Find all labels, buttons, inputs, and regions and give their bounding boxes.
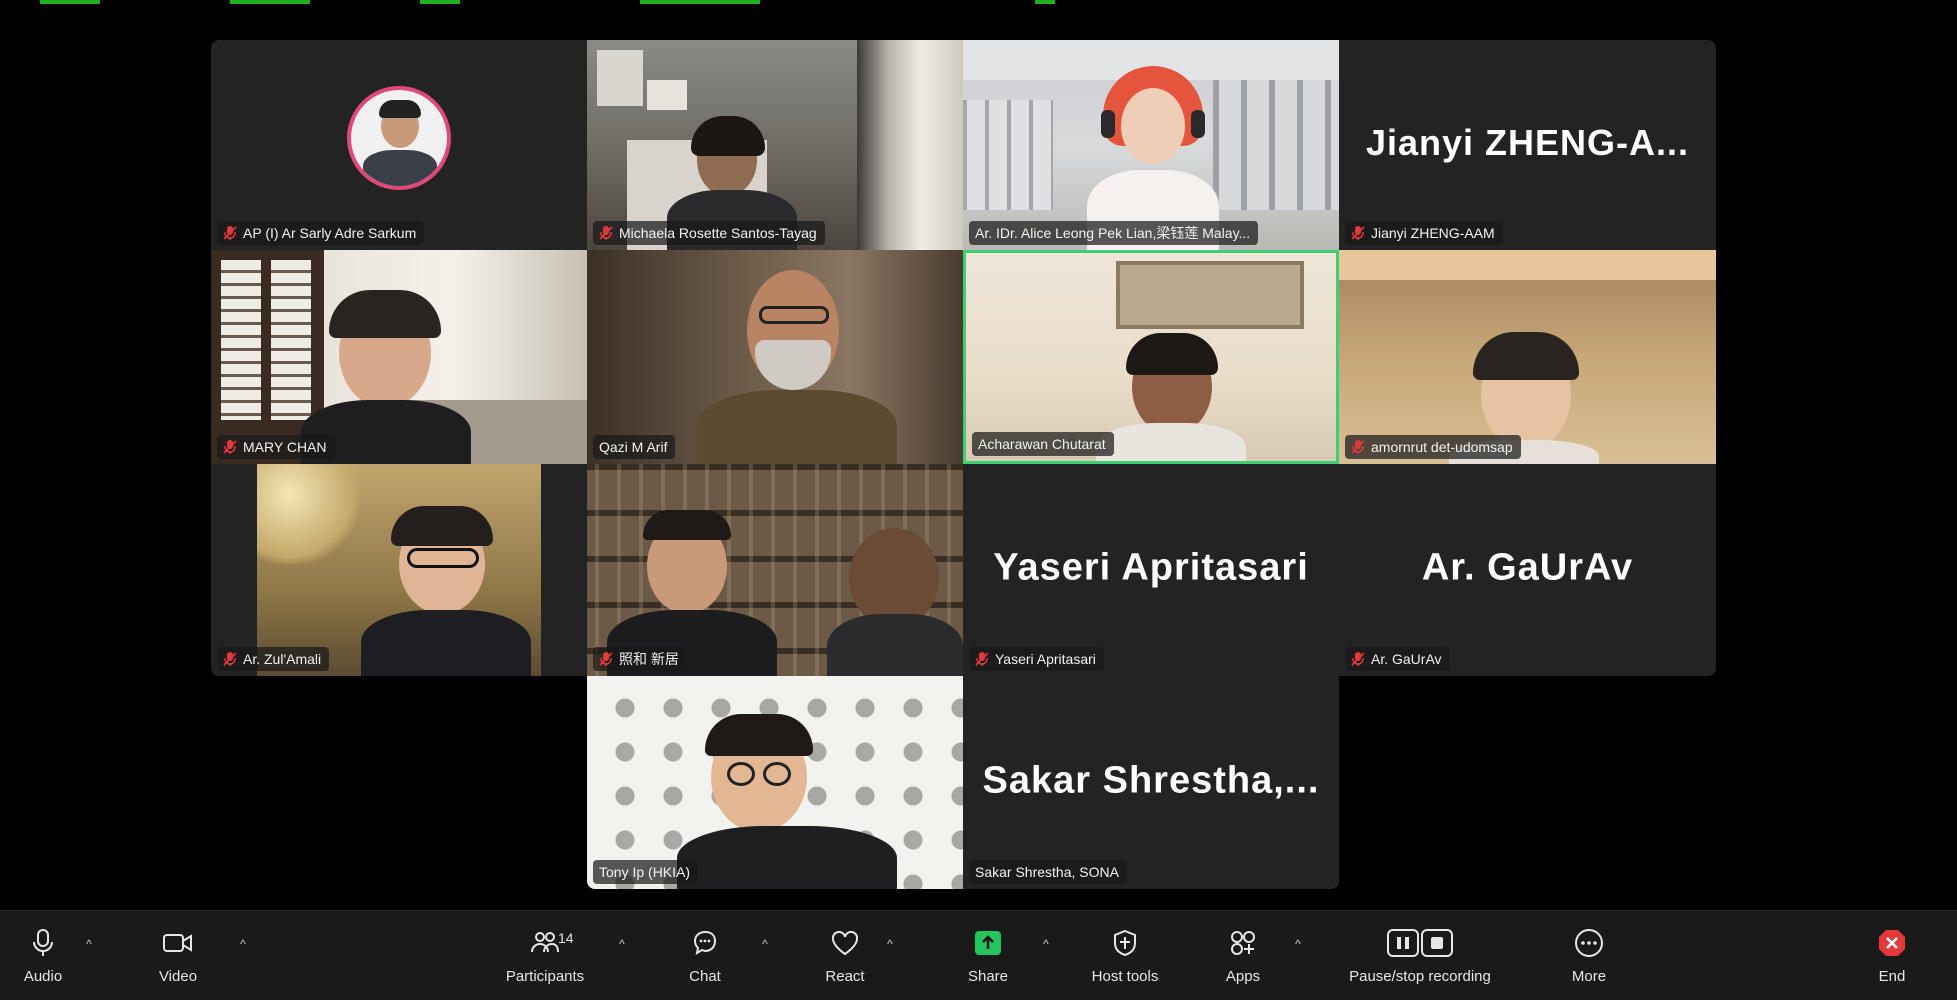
participant-name-tag: MARY CHAN: [217, 435, 335, 459]
muted-mic-icon: [1351, 440, 1365, 454]
muted-mic-icon: [599, 226, 613, 240]
participant-name-tag: Jianyi ZHENG-AAM: [1345, 221, 1503, 245]
pause-stop-icon: [1385, 926, 1455, 960]
participant-name-tag: Ar. GaUrAv: [1345, 647, 1450, 671]
meeting-toolbar: Audio ^ Video ^ 14 Participants ^ Chat ^…: [0, 910, 1957, 1000]
participant-name-tag: Michaela Rosette Santos-Tayag: [593, 221, 825, 245]
participant-name: Yaseri Apritasari: [995, 651, 1096, 667]
participant-name-tag: 照和 新居: [593, 647, 687, 671]
apps-options-caret[interactable]: ^: [1291, 937, 1305, 951]
participant-display-name: Jianyi ZHENG-A...: [1365, 121, 1690, 163]
microphone-icon: [26, 926, 60, 960]
participant-name-tag: Yaseri Apritasari: [969, 647, 1104, 671]
video-tile[interactable]: Ar. Zul'Amali: [211, 464, 587, 676]
participant-name: amornrut det-udomsap: [1371, 439, 1513, 455]
video-label: Video: [158, 968, 198, 985]
video-tile[interactable]: Qazi M Arif: [587, 250, 963, 464]
more-button[interactable]: More: [1554, 911, 1624, 1000]
audio-button[interactable]: Audio: [8, 911, 78, 1000]
participant-name: Qazi M Arif: [599, 439, 668, 455]
participant-name: AP (I) Ar Sarly Adre Sarkum: [243, 225, 417, 241]
participant-name: Ar. Zul'Amali: [243, 651, 322, 667]
muted-mic-icon: [223, 226, 237, 240]
react-options-caret[interactable]: ^: [883, 937, 897, 951]
react-label: React: [825, 968, 865, 985]
audio-options-caret[interactable]: ^: [82, 937, 96, 951]
participant-name: Michaela Rosette Santos-Tayag: [619, 225, 817, 241]
participant-name-tag: amornrut det-udomsap: [1345, 435, 1521, 459]
people-icon: 14: [528, 926, 574, 960]
participant-name: MARY CHAN: [243, 439, 327, 455]
participant-name: Ar. IDr. Alice Leong Pek Lian,梁钰莲 Malay.…: [975, 225, 1251, 241]
video-tile[interactable]: Ar. IDr. Alice Leong Pek Lian,梁钰莲 Malay.…: [963, 40, 1339, 250]
video-tile[interactable]: Yaseri Apritasari Yaseri Apritasari: [963, 464, 1339, 676]
react-button[interactable]: React: [810, 911, 880, 1000]
host-tools-label: Host tools: [1091, 968, 1159, 985]
avatar: [347, 86, 451, 190]
participant-display-name: Yaseri Apritasari: [993, 546, 1309, 589]
video-tile[interactable]: Ar. GaUrAv Ar. GaUrAv: [1339, 464, 1716, 676]
video-tile[interactable]: Sakar Shrestha,... Sakar Shrestha, SONA: [963, 676, 1339, 889]
participant-name: Sakar Shrestha, SONA: [975, 864, 1119, 880]
close-icon: [1875, 926, 1909, 960]
end-label: End: [1878, 968, 1906, 985]
more-label: More: [1571, 968, 1607, 985]
video-tile[interactable]: Michaela Rosette Santos-Tayag: [587, 40, 963, 250]
pause-stop-recording-button[interactable]: Pause/stop recording: [1320, 911, 1520, 1000]
apps-button[interactable]: Apps: [1208, 911, 1278, 1000]
video-options-caret[interactable]: ^: [236, 937, 250, 951]
chat-bubble-icon: [688, 926, 722, 960]
participant-name-tag: Qazi M Arif: [593, 435, 676, 459]
video-tile-active-speaker[interactable]: Acharawan Chutarat: [963, 250, 1339, 464]
audio-label: Audio: [23, 968, 63, 985]
muted-mic-icon: [223, 652, 237, 666]
participant-name-tag: Sakar Shrestha, SONA: [969, 860, 1127, 884]
gallery-view: AP (I) Ar Sarly Adre Sarkum Michaela Ros…: [0, 0, 1957, 920]
recording-label: Pause/stop recording: [1349, 968, 1491, 985]
participant-display-name: Ar. GaUrAv: [1421, 546, 1634, 589]
participant-name-tag: Ar. Zul'Amali: [217, 647, 330, 671]
chat-button[interactable]: Chat: [670, 911, 740, 1000]
participant-name-tag: Acharawan Chutarat: [972, 432, 1114, 456]
apps-icon: [1226, 926, 1260, 960]
participant-name-tag: Ar. IDr. Alice Leong Pek Lian,梁钰莲 Malay.…: [969, 221, 1259, 245]
participant-name-tag: AP (I) Ar Sarly Adre Sarkum: [217, 221, 425, 245]
muted-mic-icon: [599, 652, 613, 666]
host-tools-button[interactable]: Host tools: [1080, 911, 1170, 1000]
participant-name: Tony Ip (HKIA): [599, 864, 691, 880]
participant-name: Ar. GaUrAv: [1371, 651, 1442, 667]
participants-options-caret[interactable]: ^: [615, 937, 629, 951]
muted-mic-icon: [223, 440, 237, 454]
share-arrow-icon: [971, 926, 1005, 960]
video-tile[interactable]: AP (I) Ar Sarly Adre Sarkum: [211, 40, 587, 250]
video-tile[interactable]: MARY CHAN: [211, 250, 587, 464]
participants-label: Participants: [505, 968, 585, 985]
video-tile[interactable]: amornrut det-udomsap: [1339, 250, 1716, 464]
participants-button[interactable]: 14 Participants: [490, 911, 600, 1000]
ellipsis-icon: [1572, 926, 1606, 960]
chat-options-caret[interactable]: ^: [758, 937, 772, 951]
participant-name: Acharawan Chutarat: [978, 436, 1106, 452]
participant-name: Jianyi ZHENG-AAM: [1371, 225, 1495, 241]
participant-name-tag: Tony Ip (HKIA): [593, 860, 699, 884]
participants-count: 14: [558, 930, 574, 946]
chat-label: Chat: [689, 968, 721, 985]
video-tile[interactable]: 照和 新居: [587, 464, 963, 676]
muted-mic-icon: [1351, 652, 1365, 666]
share-button[interactable]: Share: [953, 911, 1023, 1000]
muted-mic-icon: [975, 652, 989, 666]
video-tile[interactable]: Jianyi ZHENG-A... Jianyi ZHENG-AAM: [1339, 40, 1716, 250]
share-options-caret[interactable]: ^: [1039, 937, 1053, 951]
heart-icon: [828, 926, 862, 960]
muted-mic-icon: [1351, 226, 1365, 240]
video-button[interactable]: Video: [143, 911, 213, 1000]
participant-name: 照和 新居: [619, 651, 679, 667]
end-button[interactable]: End: [1862, 911, 1922, 1000]
apps-label: Apps: [1225, 968, 1261, 985]
shield-icon: [1108, 926, 1142, 960]
share-label: Share: [967, 968, 1009, 985]
video-camera-icon: [161, 926, 195, 960]
participant-display-name: Sakar Shrestha,...: [982, 758, 1320, 801]
video-tile[interactable]: Tony Ip (HKIA): [587, 676, 963, 889]
